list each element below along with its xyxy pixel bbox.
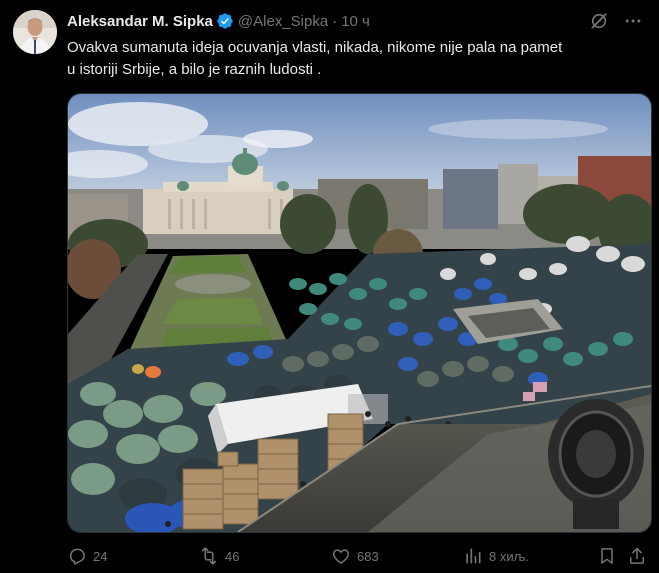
reply-button[interactable]: 24	[67, 544, 107, 568]
like-icon	[332, 549, 350, 564]
tweet-photo[interactable]	[67, 93, 652, 533]
views-count: 8 хиљ.	[489, 548, 529, 564]
display-name[interactable]: Aleksandar M. Sipka	[67, 13, 213, 30]
views-button[interactable]: 8 хиљ.	[463, 544, 529, 568]
tweet-text-line: Ovakva sumanuta ideja ocuvanja vlasti, n…	[67, 39, 563, 56]
bookmark-icon	[601, 548, 613, 564]
avatar[interactable]	[13, 10, 57, 54]
share-icon	[630, 547, 644, 564]
action-bar: 24 46 683 8 хиљ.	[67, 544, 647, 568]
tweet-header: Aleksandar M. Sipka @Alex_Sipka · 10 ч	[67, 9, 643, 33]
timestamp[interactable]: 10 ч	[341, 13, 370, 30]
protest-camp-photo	[68, 94, 651, 532]
grok-icon[interactable]	[589, 11, 609, 31]
bookmark-button[interactable]	[597, 544, 617, 568]
views-icon	[466, 548, 481, 564]
like-count: 683	[357, 548, 379, 564]
handle[interactable]: @Alex_Sipka	[238, 13, 328, 30]
repost-count: 46	[225, 548, 240, 564]
tweet: Aleksandar M. Sipka @Alex_Sipka · 10 ч O…	[0, 0, 659, 573]
separator-dot: ·	[332, 12, 338, 30]
repost-icon	[202, 547, 216, 565]
share-button[interactable]	[627, 544, 647, 568]
repost-button[interactable]: 46	[199, 544, 239, 568]
more-icon[interactable]	[623, 11, 643, 31]
verified-badge-icon	[216, 12, 234, 30]
reply-count: 24	[93, 548, 108, 564]
avatar-image	[13, 10, 57, 54]
header-actions	[589, 9, 643, 33]
tweet-text-line: u istoriji Srbije, a bilo je raznih ludo…	[67, 61, 322, 78]
like-button[interactable]: 683	[331, 544, 379, 568]
tweet-text: Ovakva sumanuta ideja ocuvanja vlasti, n…	[67, 37, 647, 81]
reply-icon	[70, 548, 85, 565]
